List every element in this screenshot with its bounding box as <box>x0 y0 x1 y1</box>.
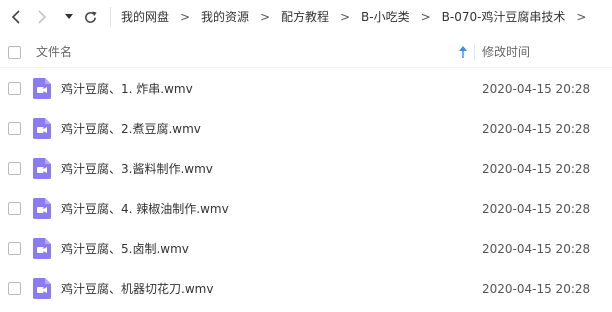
file-checkbox[interactable] <box>8 82 21 95</box>
file-name[interactable]: 鸡汁豆腐、2.煮豆腐.wmv <box>61 109 201 149</box>
file-name[interactable]: 鸡汁豆腐、4. 辣椒油制作.wmv <box>61 189 229 229</box>
file-modified-time: 2020-04-15 20:28 <box>482 202 591 216</box>
breadcrumb-item-my-resources[interactable]: 我的资源 <box>192 0 258 34</box>
file-list-header: 文件名 修改时间 <box>0 36 612 68</box>
chevron-right-icon <box>38 10 47 24</box>
video-file-icon <box>33 158 51 179</box>
video-file-icon <box>33 198 51 219</box>
video-file-icon <box>33 278 51 299</box>
video-file-icon <box>33 238 51 259</box>
back-button[interactable] <box>8 8 24 26</box>
file-name[interactable]: 鸡汁豆腐、1. 炸串.wmv <box>61 69 193 109</box>
file-name[interactable]: 鸡汁豆腐、5.卤制.wmv <box>61 229 189 269</box>
breadcrumb-item-recipe-tutorials[interactable]: 配方教程 <box>272 0 338 34</box>
file-row[interactable]: 鸡汁豆腐、5.卤制.wmv 2020-04-15 20:28 <box>0 229 612 269</box>
file-name[interactable]: 鸡汁豆腐、机器切花刀.wmv <box>61 269 213 309</box>
file-checkbox[interactable] <box>8 202 21 215</box>
breadcrumb: 我的网盘 > 我的资源 > 配方教程 > B-小吃类 > B-070-鸡汁豆腐串… <box>112 0 588 34</box>
breadcrumb-separator: > <box>340 10 351 24</box>
video-file-icon <box>33 78 51 99</box>
file-modified-time: 2020-04-15 20:28 <box>482 82 591 96</box>
file-checkbox[interactable] <box>8 162 21 175</box>
file-row[interactable]: 鸡汁豆腐、1. 炸串.wmv 2020-04-15 20:28 <box>0 69 612 109</box>
file-row[interactable]: 鸡汁豆腐、2.煮豆腐.wmv 2020-04-15 20:28 <box>0 109 612 149</box>
caret-down-icon <box>65 14 73 19</box>
file-modified-time: 2020-04-15 20:28 <box>482 122 591 136</box>
refresh-icon <box>84 10 97 23</box>
forward-button[interactable] <box>34 8 50 26</box>
breadcrumb-item-current-folder[interactable]: B-070-鸡汁豆腐串技术 <box>433 0 575 34</box>
column-header-modified[interactable]: 修改时间 <box>482 36 530 68</box>
file-modified-time: 2020-04-15 20:28 <box>482 242 591 256</box>
file-row[interactable]: 鸡汁豆腐、4. 辣椒油制作.wmv 2020-04-15 20:28 <box>0 189 612 229</box>
file-checkbox[interactable] <box>8 122 21 135</box>
file-row[interactable]: 鸡汁豆腐、3.酱料制作.wmv 2020-04-15 20:28 <box>0 149 612 189</box>
video-file-icon <box>33 118 51 139</box>
file-checkbox[interactable] <box>8 282 21 295</box>
breadcrumb-item-my-drive[interactable]: 我的网盘 <box>112 0 178 34</box>
column-divider[interactable] <box>474 44 475 60</box>
toolbar: 我的网盘 > 我的资源 > 配方教程 > B-小吃类 > B-070-鸡汁豆腐串… <box>0 0 612 34</box>
file-modified-time: 2020-04-15 20:28 <box>482 162 591 176</box>
file-name[interactable]: 鸡汁豆腐、3.酱料制作.wmv <box>61 149 213 189</box>
breadcrumb-separator[interactable]: > <box>574 0 588 34</box>
file-modified-time: 2020-04-15 20:28 <box>482 282 591 296</box>
history-dropdown-button[interactable] <box>62 8 76 26</box>
column-header-name[interactable]: 文件名 <box>36 36 72 68</box>
breadcrumb-separator: > <box>420 10 431 24</box>
breadcrumb-separator: > <box>260 10 271 24</box>
select-all-checkbox[interactable] <box>8 46 21 59</box>
chevron-left-icon <box>11 10 20 24</box>
file-checkbox[interactable] <box>8 242 21 255</box>
breadcrumb-item-snacks[interactable]: B-小吃类 <box>352 0 419 34</box>
toolbar-divider <box>110 7 111 27</box>
refresh-button[interactable] <box>81 8 99 26</box>
file-row[interactable]: 鸡汁豆腐、机器切花刀.wmv 2020-04-15 20:28 <box>0 269 612 309</box>
sort-ascending-arrow-icon[interactable] <box>458 46 468 58</box>
breadcrumb-separator: > <box>179 10 191 24</box>
